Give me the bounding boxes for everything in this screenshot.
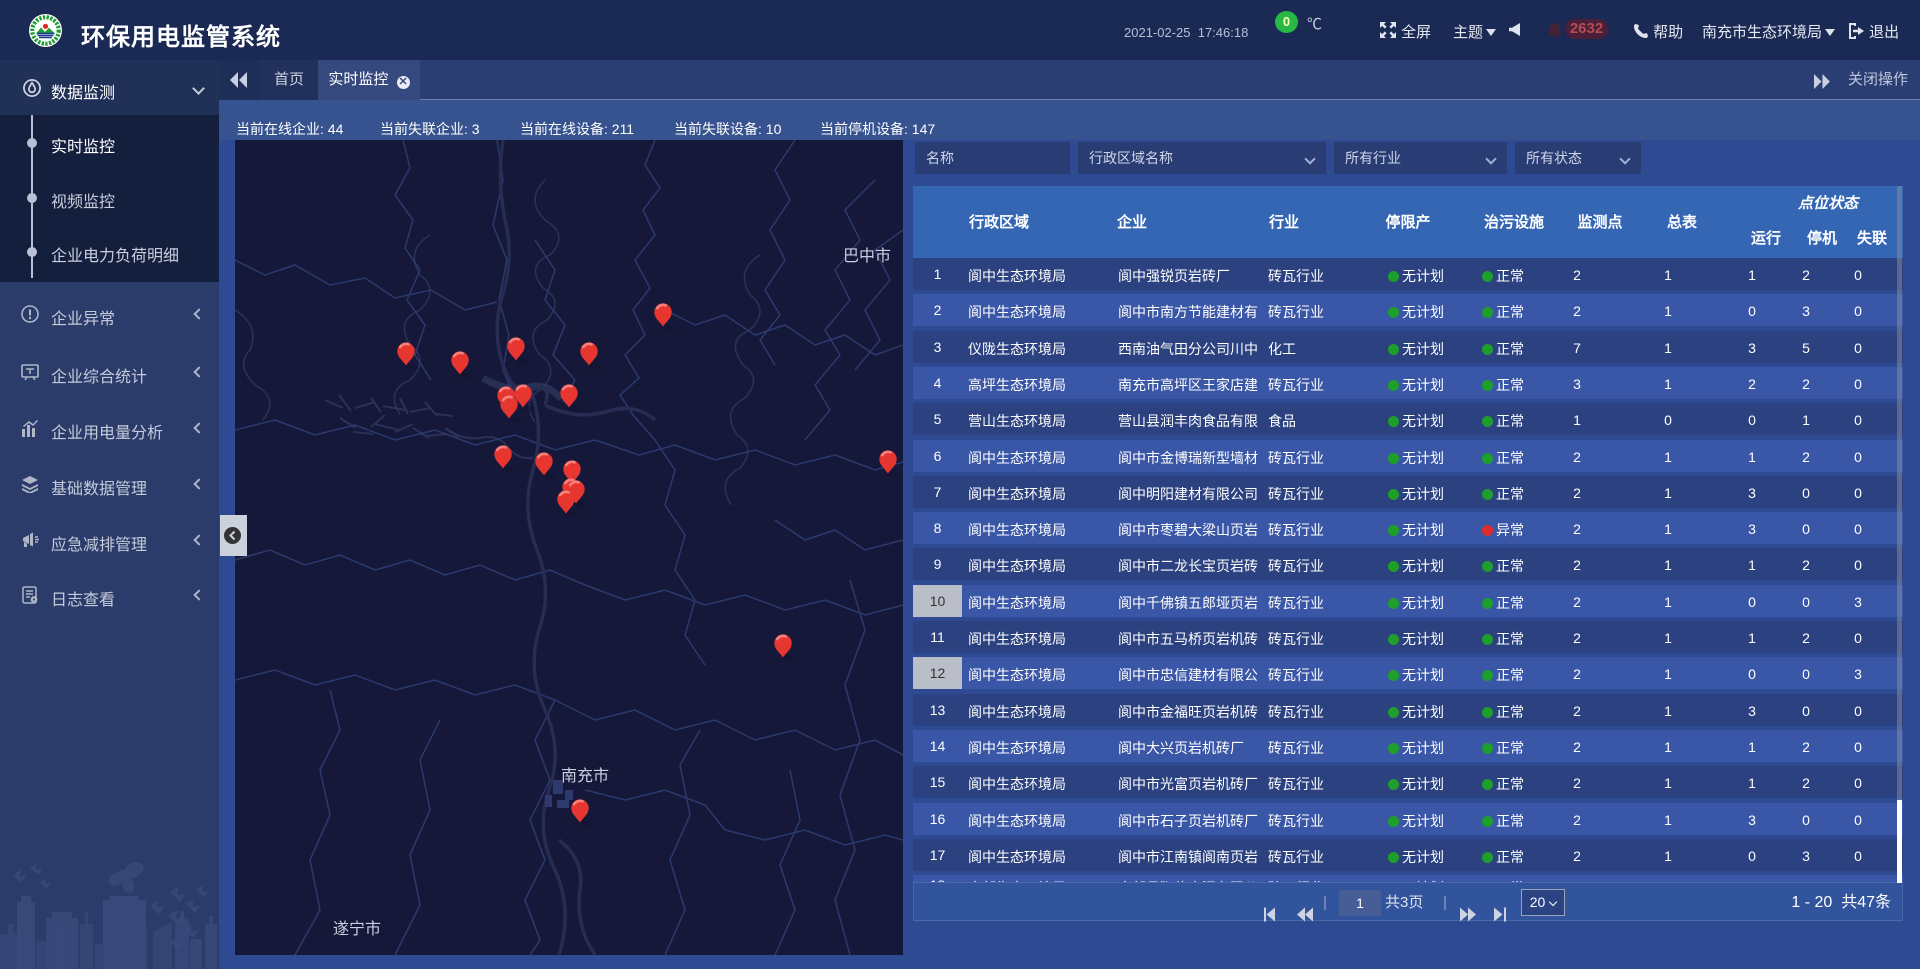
svg-text:遂宁市: 遂宁市	[333, 920, 381, 938]
svg-text:南充市: 南充市	[561, 767, 609, 785]
svg-text:巴中市: 巴中市	[843, 247, 891, 265]
